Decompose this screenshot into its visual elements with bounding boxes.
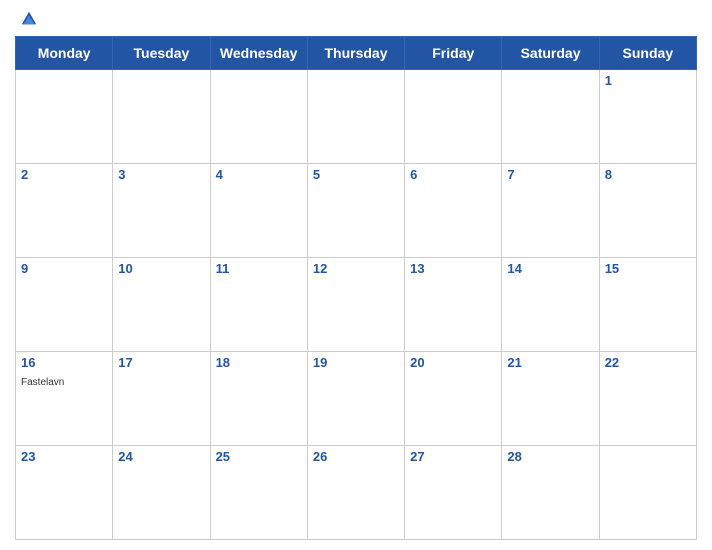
- calendar-cell: 11: [210, 258, 307, 352]
- day-number: 4: [216, 167, 302, 182]
- holiday-label: Fastelavn: [21, 377, 64, 388]
- day-number: 20: [410, 355, 496, 370]
- calendar-header: [15, 10, 697, 28]
- day-number: 17: [118, 355, 204, 370]
- day-number: 3: [118, 167, 204, 182]
- calendar-cell: 13: [405, 258, 502, 352]
- calendar-cell: 19: [307, 352, 404, 446]
- calendar-cell: 7: [502, 164, 599, 258]
- week-row-2: 2345678: [16, 164, 697, 258]
- day-number: 26: [313, 449, 399, 464]
- calendar-cell: 18: [210, 352, 307, 446]
- week-row-1: 1: [16, 70, 697, 164]
- day-number: 8: [605, 167, 691, 182]
- day-number: 10: [118, 261, 204, 276]
- calendar-cell: 27: [405, 446, 502, 540]
- week-row-3: 9 10 11 12 13 14 15: [16, 258, 697, 352]
- day-number: 7: [507, 167, 593, 182]
- day-number: 16: [21, 355, 107, 370]
- calendar-cell: 25: [210, 446, 307, 540]
- calendar-cell: 8: [599, 164, 696, 258]
- calendar-cell: 16 Fastelavn: [16, 352, 113, 446]
- day-number: 2: [21, 167, 107, 182]
- calendar-cell: 14: [502, 258, 599, 352]
- calendar-cell: 2: [16, 164, 113, 258]
- calendar-cell: 26: [307, 446, 404, 540]
- day-number: 15: [605, 261, 691, 276]
- day-header-monday: Monday: [16, 37, 113, 70]
- calendar-cell: 4: [210, 164, 307, 258]
- day-number: 11: [216, 261, 302, 276]
- day-number: 1: [605, 73, 691, 88]
- calendar-cell: 28: [502, 446, 599, 540]
- calendar-cell: [405, 70, 502, 164]
- day-number: 6: [410, 167, 496, 182]
- calendar-cell: [16, 70, 113, 164]
- logo-blue-container: [20, 10, 41, 28]
- calendar-cell: [210, 70, 307, 164]
- calendar-cell: 3: [113, 164, 210, 258]
- calendar-cell: 15: [599, 258, 696, 352]
- day-number: 9: [21, 261, 107, 276]
- day-header-thursday: Thursday: [307, 37, 404, 70]
- calendar-cell: 6: [405, 164, 502, 258]
- day-number: 18: [216, 355, 302, 370]
- calendar-cell: 17: [113, 352, 210, 446]
- calendar-cell: 24: [113, 446, 210, 540]
- calendar-cell: 1: [599, 70, 696, 164]
- day-number: 21: [507, 355, 593, 370]
- calendar-table: MondayTuesdayWednesdayThursdayFridaySatu…: [15, 36, 697, 540]
- calendar-cell: [307, 70, 404, 164]
- calendar-cell: [113, 70, 210, 164]
- days-of-week-row: MondayTuesdayWednesdayThursdayFridaySatu…: [16, 37, 697, 70]
- calendar-cell: 10: [113, 258, 210, 352]
- day-number: 27: [410, 449, 496, 464]
- calendar-cell: 21: [502, 352, 599, 446]
- day-header-tuesday: Tuesday: [113, 37, 210, 70]
- day-number: 23: [21, 449, 107, 464]
- day-number: 13: [410, 261, 496, 276]
- logo: [20, 10, 41, 28]
- calendar-cell: 22: [599, 352, 696, 446]
- day-number: 5: [313, 167, 399, 182]
- day-number: 22: [605, 355, 691, 370]
- day-number: 14: [507, 261, 593, 276]
- calendar-cell: [502, 70, 599, 164]
- day-header-wednesday: Wednesday: [210, 37, 307, 70]
- day-number: 25: [216, 449, 302, 464]
- calendar-cell: 12: [307, 258, 404, 352]
- logo-icon: [20, 10, 38, 28]
- day-number: 12: [313, 261, 399, 276]
- day-number: 24: [118, 449, 204, 464]
- day-header-saturday: Saturday: [502, 37, 599, 70]
- calendar-cell: 23: [16, 446, 113, 540]
- calendar-cell: 5: [307, 164, 404, 258]
- week-row-5: 23 24 25 26 27 28: [16, 446, 697, 540]
- calendar-cell: 9: [16, 258, 113, 352]
- calendar-cell: 20: [405, 352, 502, 446]
- day-header-friday: Friday: [405, 37, 502, 70]
- calendar-cell: [599, 446, 696, 540]
- day-number: 28: [507, 449, 593, 464]
- week-row-4: 16 Fastelavn 17 18 19 20 21 22: [16, 352, 697, 446]
- day-number: 19: [313, 355, 399, 370]
- day-header-sunday: Sunday: [599, 37, 696, 70]
